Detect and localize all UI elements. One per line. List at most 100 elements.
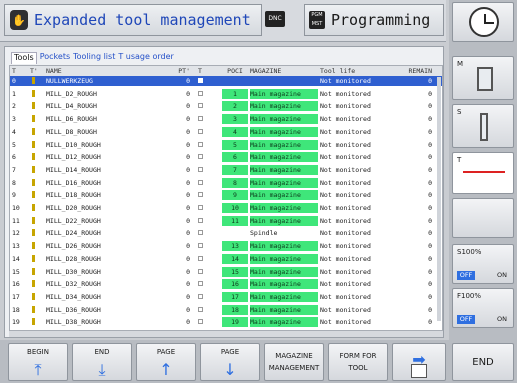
arrow-down-icon: ⤓ bbox=[98, 360, 106, 379]
lock-checkbox[interactable] bbox=[198, 317, 210, 327]
cell-tool-life: Not monitored bbox=[320, 229, 371, 238]
table-row[interactable]: 5 MILL_D10_ROUGH 0 5 Main magazine Not monito… bbox=[10, 139, 442, 150]
cell-tool-name: MILL_D4_ROUGH bbox=[46, 102, 97, 111]
col-header-pocket[interactable]: POCI bbox=[222, 66, 248, 76]
cell-remain: 0 bbox=[428, 229, 432, 238]
dnc-icon: DNC bbox=[265, 11, 285, 27]
table-row[interactable]: 3 MILL_D6_ROUGH 0 3 Main magazine Not monitor… bbox=[10, 114, 442, 125]
col-header-pt[interactable]: PT' bbox=[170, 66, 190, 76]
magazine-management-button[interactable]: MAGAZINE MANAGEMENT bbox=[264, 343, 324, 381]
lock-checkbox[interactable] bbox=[198, 152, 210, 162]
lock-checkbox[interactable] bbox=[198, 292, 210, 302]
tool-type-icon bbox=[30, 165, 44, 175]
lock-checkbox[interactable] bbox=[198, 89, 210, 99]
vertical-scrollbar[interactable] bbox=[437, 77, 441, 321]
cell-pt: 0 bbox=[186, 115, 190, 124]
tool-table[interactable]: T T' NAME PT' T POCI MAGAZINE Tool life … bbox=[9, 65, 443, 331]
cell-tool-name: MILL_D24_ROUGH bbox=[46, 229, 101, 238]
page-down-button[interactable]: PAGE ↓ bbox=[200, 343, 260, 381]
col-header-remain[interactable]: REMAIN bbox=[390, 66, 436, 76]
table-row[interactable]: 6 MILL_D12_ROUGH 0 6 Main magazine Not monito… bbox=[10, 152, 442, 163]
table-row[interactable]: 13 MILL_D26_ROUGH 0 13 Main magazine Not moni… bbox=[10, 241, 442, 252]
lock-checkbox[interactable] bbox=[198, 127, 210, 137]
table-row[interactable]: 8 MILL_D16_ROUGH 0 8 Main magazine Not monito… bbox=[10, 177, 442, 188]
import-export-button[interactable]: ➡ bbox=[392, 343, 446, 381]
cell-tool-name: MILL_D16_ROUGH bbox=[46, 178, 101, 187]
feed-override-softkey[interactable]: F100% OFF ON bbox=[452, 288, 514, 328]
lock-checkbox[interactable] bbox=[198, 228, 210, 238]
cell-magazine: Main magazine bbox=[250, 317, 318, 328]
col-header-name[interactable]: NAME bbox=[46, 66, 158, 76]
table-row[interactable]: 18 MILL_D36_ROUGH 0 18 Main magazine Not moni… bbox=[10, 304, 442, 315]
tab-pockets[interactable]: Pockets bbox=[40, 52, 70, 64]
cell-pt: 0 bbox=[186, 204, 190, 212]
lock-checkbox[interactable] bbox=[198, 140, 210, 150]
tool-type-icon bbox=[30, 89, 44, 99]
clock-softkey[interactable] bbox=[452, 2, 514, 42]
table-row[interactable]: 11 MILL_D22_ROUGH 0 11 Main magazine Not moni… bbox=[10, 215, 442, 226]
begin-button[interactable]: BEGIN ⤒ bbox=[8, 343, 68, 381]
lock-checkbox[interactable] bbox=[198, 76, 210, 86]
lock-checkbox[interactable] bbox=[198, 190, 210, 200]
table-row[interactable]: 16 MILL_D32_ROUGH 0 16 Main magazine Not moni… bbox=[10, 279, 442, 290]
table-row[interactable]: 17 MILL_D34_ROUGH 0 17 Main magazine Not moni… bbox=[10, 291, 442, 302]
table-row[interactable]: 15 MILL_D30_ROUGH 0 15 Main magazine Not moni… bbox=[10, 266, 442, 277]
table-row[interactable]: 7 MILL_D14_ROUGH 0 7 Main magazine Not monito… bbox=[10, 164, 442, 175]
end-list-button[interactable]: END ⤓ bbox=[72, 343, 132, 381]
cell-tool-name: MILL_D14_ROUGH bbox=[46, 165, 101, 174]
table-row[interactable]: 1 MILL_D2_ROUGH 0 1 Main magazine Not monitor… bbox=[10, 88, 442, 99]
cell-tool-life: Not monitored bbox=[320, 305, 371, 314]
m-function-softkey[interactable]: M bbox=[452, 56, 514, 100]
table-row[interactable]: 0 NULLWERKZEUG 0 Not monitored 0 bbox=[10, 76, 442, 86]
table-row[interactable]: 2 MILL_D4_ROUGH 0 2 Main magazine Not monitor… bbox=[10, 101, 442, 112]
lock-checkbox[interactable] bbox=[198, 279, 210, 289]
cell-remain: 0 bbox=[428, 318, 432, 327]
s-spindle-softkey[interactable]: S bbox=[452, 104, 514, 148]
lock-checkbox[interactable] bbox=[198, 267, 210, 277]
col-header-t[interactable]: T bbox=[12, 66, 30, 76]
lock-checkbox[interactable] bbox=[198, 203, 210, 213]
tab-tooling-list[interactable]: Tooling list bbox=[73, 52, 115, 64]
lock-checkbox[interactable] bbox=[198, 101, 210, 111]
empty-softkey[interactable] bbox=[452, 198, 514, 238]
cell-tool-life: Not monitored bbox=[320, 165, 371, 174]
tab-tools[interactable]: Tools bbox=[11, 52, 37, 64]
spindle-override-softkey[interactable]: S100% OFF ON bbox=[452, 244, 514, 284]
lock-checkbox[interactable] bbox=[198, 165, 210, 175]
horizontal-scrollbar[interactable] bbox=[9, 331, 443, 337]
table-row[interactable]: 4 MILL_D8_ROUGH 0 4 Main magazine Not monitor… bbox=[10, 126, 442, 137]
cell-tool-life: Not monitored bbox=[320, 77, 371, 85]
tool-type-icon bbox=[30, 203, 44, 213]
table-row[interactable]: 10 MILL_D20_ROUGH 0 10 Main magazine Not moni… bbox=[10, 203, 442, 213]
lock-checkbox[interactable] bbox=[198, 241, 210, 251]
col-header-t-prime[interactable]: T' bbox=[30, 66, 44, 76]
end-button[interactable]: END bbox=[452, 343, 514, 381]
table-row[interactable]: 9 MILL_D18_ROUGH 0 9 Main magazine Not monito… bbox=[10, 190, 442, 201]
cell-magazine: Main magazine bbox=[250, 190, 318, 201]
cell-pt: 0 bbox=[186, 165, 190, 174]
lock-checkbox[interactable] bbox=[198, 216, 210, 226]
table-row[interactable]: 14 MILL_D28_ROUGH 0 14 Main magazine Not moni… bbox=[10, 253, 442, 264]
page-up-button[interactable]: PAGE ↑ bbox=[136, 343, 196, 381]
cell-tool-number: 12 bbox=[12, 229, 20, 238]
cell-remain: 0 bbox=[428, 89, 432, 98]
lock-checkbox[interactable] bbox=[198, 178, 210, 188]
lock-checkbox[interactable] bbox=[198, 305, 210, 315]
col-header-tool-life[interactable]: Tool life bbox=[320, 66, 388, 76]
col-header-t2[interactable]: T bbox=[198, 66, 210, 76]
arrow-up-icon: ⤒ bbox=[34, 360, 42, 379]
document-icon bbox=[411, 364, 427, 378]
lock-checkbox[interactable] bbox=[198, 254, 210, 264]
t-tool-softkey[interactable]: T bbox=[452, 152, 514, 194]
lock-checkbox[interactable] bbox=[198, 114, 210, 124]
col-header-magazine[interactable]: MAGAZINE bbox=[250, 66, 318, 76]
cell-pocket: 1 bbox=[222, 88, 248, 99]
form-for-tool-button[interactable]: FORM FOR TOOL bbox=[328, 343, 388, 381]
cell-pocket: 4 bbox=[222, 126, 248, 137]
table-row[interactable]: 19 MILL_D38_ROUGH 0 19 Main magazine Not moni… bbox=[10, 317, 442, 328]
spindle-icon bbox=[480, 113, 488, 141]
tab-t-usage-order[interactable]: T usage order bbox=[118, 52, 173, 64]
table-row[interactable]: 12 MILL_D24_ROUGH 0 Spindle Not monitored 0 bbox=[10, 228, 442, 238]
cell-tool-number: 3 bbox=[12, 115, 16, 124]
cell-pocket: 13 bbox=[222, 241, 248, 252]
